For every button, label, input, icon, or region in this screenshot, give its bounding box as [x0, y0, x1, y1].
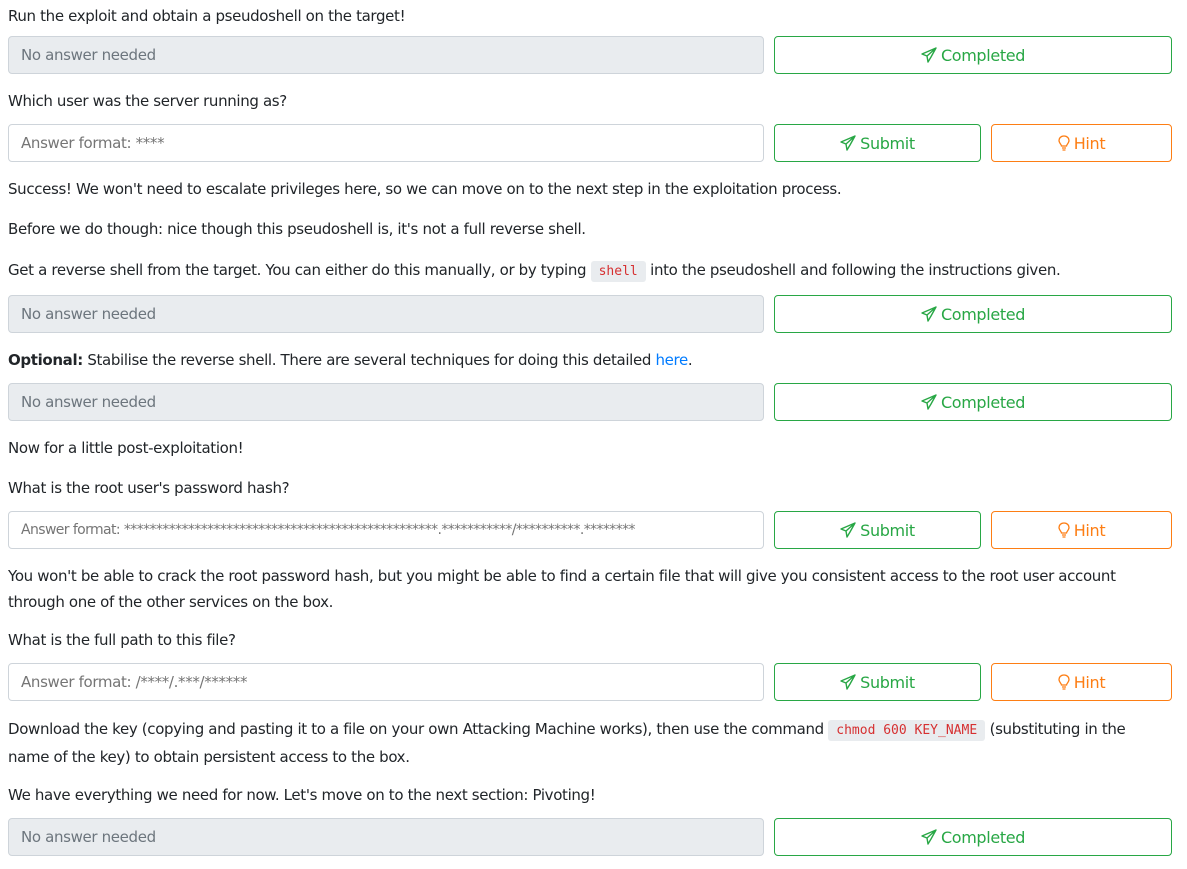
- optional-label: Optional:: [8, 351, 83, 369]
- info-text: You won't be able to crack the root pass…: [8, 567, 1116, 611]
- here-link[interactable]: here: [655, 351, 688, 369]
- completed-button[interactable]: Completed: [774, 383, 1172, 421]
- question-text: Optional: Stabilise the reverse shell. T…: [8, 347, 1135, 373]
- info-text: Before we do though: nice though this ps…: [8, 220, 586, 238]
- answer-row: No answer needed Completed: [8, 36, 1172, 74]
- answer-input: No answer needed: [8, 36, 764, 74]
- info-text-part: Download the key (copying and pasting it…: [8, 720, 829, 738]
- submit-label: Submit: [860, 672, 915, 692]
- paper-plane-icon: [840, 135, 856, 151]
- submit-label: Submit: [860, 133, 915, 153]
- completed-button[interactable]: Completed: [774, 295, 1172, 333]
- answer-row: Submit Hint: [8, 663, 1172, 701]
- question-text-part: into the pseudoshell and following the i…: [645, 261, 1061, 279]
- question-text-part: Stabilise the reverse shell. There are s…: [82, 351, 656, 369]
- lightbulb-icon: [1058, 135, 1070, 151]
- question-text-part: .: [687, 351, 693, 369]
- question-text: What is the full path to this file?: [8, 631, 236, 649]
- completed-label: Completed: [940, 827, 1026, 847]
- answer-input: No answer needed: [8, 295, 764, 333]
- hint-button[interactable]: Hint: [991, 511, 1172, 549]
- hint-label: Hint: [1073, 520, 1106, 540]
- info-text: Download the key (copying and pasting it…: [8, 716, 1135, 770]
- question-text: Run the exploit and obtain a pseudoshell…: [8, 7, 406, 25]
- inline-code: shell: [590, 261, 646, 282]
- hint-button[interactable]: Hint: [991, 663, 1172, 701]
- paper-plane-icon: [921, 394, 937, 410]
- submit-button[interactable]: Submit: [774, 511, 981, 549]
- paper-plane-icon: [921, 829, 937, 845]
- answer-row: No answer needed Completed: [8, 295, 1172, 333]
- paper-plane-icon: [921, 306, 937, 322]
- lightbulb-icon: [1058, 522, 1070, 538]
- hint-button[interactable]: Hint: [991, 124, 1172, 162]
- question-text-part: Get a reverse shell from the target. You…: [8, 261, 591, 279]
- completed-label: Completed: [940, 304, 1026, 324]
- lightbulb-icon: [1058, 674, 1070, 690]
- info-text: Now for a little post-exploitation!: [8, 439, 244, 457]
- submit-label: Submit: [860, 520, 915, 540]
- paper-plane-icon: [840, 522, 856, 538]
- info-text: We have everything we need for now. Let'…: [8, 786, 596, 804]
- completed-label: Completed: [940, 392, 1026, 412]
- answer-row: Submit Hint: [8, 124, 1172, 162]
- answer-input[interactable]: [8, 124, 764, 162]
- answer-input: No answer needed: [8, 383, 764, 421]
- answer-row: Submit Hint: [8, 511, 1172, 549]
- hint-label: Hint: [1073, 133, 1106, 153]
- answer-input[interactable]: [8, 511, 764, 549]
- completed-button[interactable]: Completed: [774, 818, 1172, 856]
- paper-plane-icon: [840, 674, 856, 690]
- completed-label: Completed: [940, 45, 1026, 65]
- info-text: Success! We won't need to escalate privi…: [8, 180, 842, 198]
- submit-button[interactable]: Submit: [774, 124, 981, 162]
- inline-code: chmod 600 KEY_NAME: [828, 720, 986, 741]
- question-text: Get a reverse shell from the target. You…: [8, 257, 1135, 285]
- completed-button[interactable]: Completed: [774, 36, 1172, 74]
- question-text: What is the root user's password hash?: [8, 479, 290, 497]
- answer-input[interactable]: [8, 663, 764, 701]
- answer-row: No answer needed Completed: [8, 818, 1172, 856]
- submit-button[interactable]: Submit: [774, 663, 981, 701]
- paper-plane-icon: [921, 47, 937, 63]
- answer-row: No answer needed Completed: [8, 383, 1172, 421]
- answer-input: No answer needed: [8, 818, 764, 856]
- question-text: Which user was the server running as?: [8, 92, 287, 110]
- hint-label: Hint: [1073, 672, 1106, 692]
